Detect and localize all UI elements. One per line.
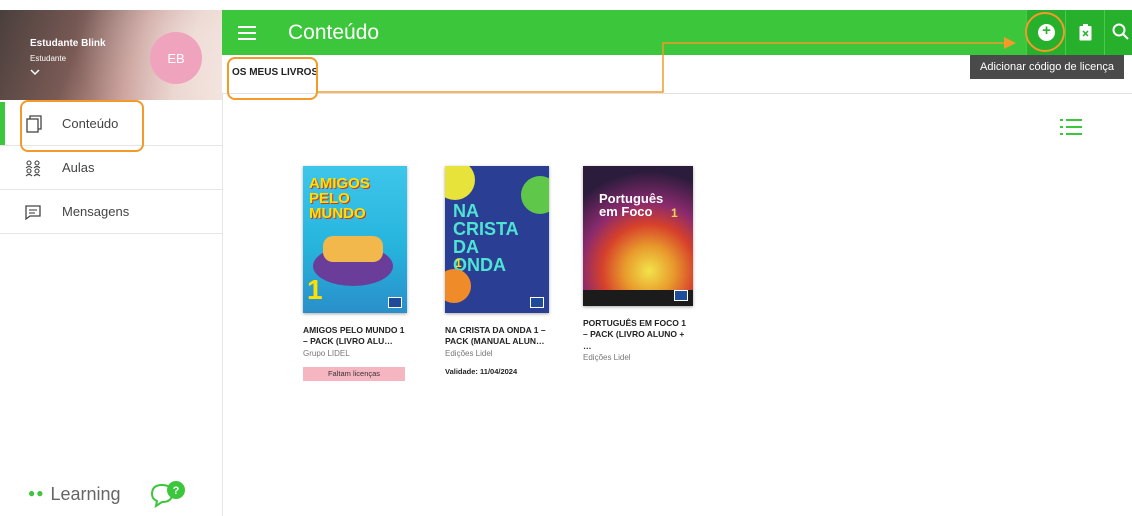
- help-chat-icon[interactable]: ?: [150, 480, 190, 510]
- validity-date: Validade: 11/04/2024: [445, 366, 518, 376]
- profile-name: Estudante Blink: [30, 38, 106, 49]
- book-title: NA CRISTA DA ONDA 1 – PACK (MANUAL ALUN…: [445, 325, 546, 347]
- cover-title: NA CRISTA DA ONDA: [453, 201, 518, 275]
- book-card[interactable]: AMIGOS PELO MUNDO 1 AMIGOS PELO MUNDO 1 …: [303, 166, 423, 381]
- book-publisher: Edições Lidel: [583, 353, 631, 363]
- cover-illustration: [323, 236, 383, 262]
- cover-title: Português em Foco: [599, 191, 664, 219]
- publisher-logo: [388, 297, 402, 308]
- avatar[interactable]: EB: [150, 32, 202, 84]
- status-badge: Faltam licenças: [303, 366, 405, 381]
- brand-dots: ●●: [28, 486, 45, 500]
- publisher-logo: [530, 297, 544, 308]
- cover-illustration: [445, 166, 475, 200]
- cover-number: 1: [671, 206, 678, 220]
- tooltip: Adicionar código de licença: [970, 55, 1124, 79]
- highlight-add-button: [1025, 12, 1065, 52]
- cover-number: 1: [455, 256, 462, 270]
- cover-title: AMIGOS PELO MUNDO: [309, 175, 370, 222]
- sidebar-item-label: Aulas: [62, 160, 95, 175]
- people-group-icon: [24, 159, 42, 177]
- brand-logo: ●● Learning: [28, 484, 121, 505]
- search-button[interactable]: [1104, 10, 1132, 55]
- sidebar-item-mensagens[interactable]: Mensagens: [0, 190, 222, 234]
- publisher-logo: [674, 290, 688, 301]
- book-cover[interactable]: Português em Foco 1: [583, 166, 693, 306]
- brand-text: Learning: [50, 484, 121, 504]
- book-publisher: Grupo LIDEL: [303, 348, 350, 358]
- message-icon: [24, 203, 42, 221]
- sidebar: Estudante Blink Estudante EB Conteúdo Au…: [0, 10, 223, 516]
- chevron-down-icon[interactable]: [30, 68, 40, 79]
- profile-header[interactable]: Estudante Blink Estudante EB: [0, 10, 222, 100]
- redeem-voucher-button[interactable]: [1065, 10, 1104, 55]
- top-header: Conteúdo: [222, 10, 1132, 55]
- voucher-icon: [1079, 24, 1092, 46]
- highlight-conteudo: [20, 100, 144, 152]
- svg-text:?: ?: [173, 485, 180, 497]
- cover-number: 1: [307, 274, 323, 305]
- profile-role: Estudante: [30, 54, 67, 63]
- book-title: PORTUGUÊS EM FOCO 1 – PACK (LIVRO ALUNO …: [583, 318, 686, 351]
- highlight-tab: [227, 57, 318, 100]
- book-cover[interactable]: NA CRISTA DA ONDA 1: [445, 166, 549, 313]
- book-cover[interactable]: AMIGOS PELO MUNDO 1: [303, 166, 407, 313]
- book-card[interactable]: Português em Foco 1 PORTUGUÊS EM FOCO 1 …: [583, 166, 703, 362]
- book-title: AMIGOS PELO MUNDO 1 – PACK (LIVRO ALU…: [303, 325, 405, 347]
- book-card[interactable]: NA CRISTA DA ONDA 1 NA CRISTA DA ONDA 1 …: [445, 166, 565, 376]
- search-icon: [1112, 23, 1129, 46]
- page-title: Conteúdo: [288, 21, 380, 44]
- menu-icon[interactable]: [238, 26, 256, 40]
- sidebar-item-aulas[interactable]: Aulas: [0, 146, 222, 190]
- sidebar-item-label: Mensagens: [62, 204, 130, 219]
- book-publisher: Edições Lidel: [445, 348, 493, 358]
- list-view-icon[interactable]: [1060, 118, 1082, 136]
